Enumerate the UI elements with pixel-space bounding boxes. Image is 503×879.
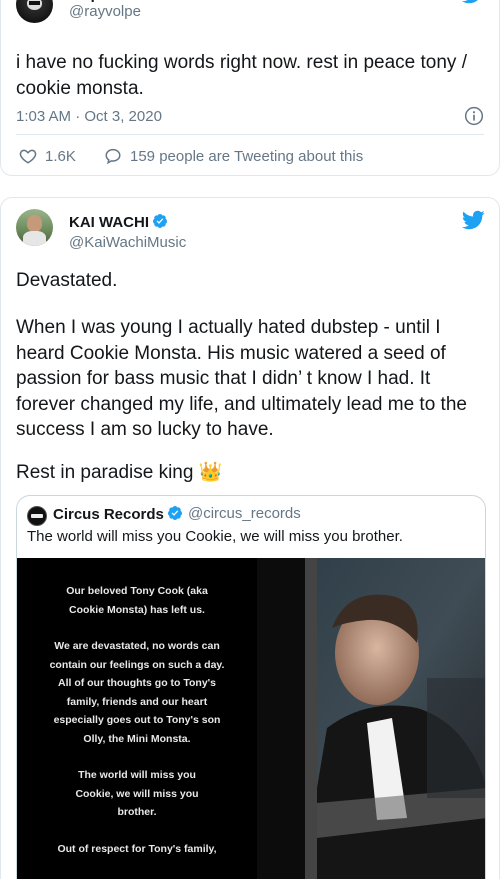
avatar[interactable] (16, 0, 53, 23)
verified-badge-icon (167, 505, 183, 521)
author-handle[interactable]: @KaiWachiMusic (69, 234, 186, 251)
portrait-photo (257, 558, 485, 879)
statement-paragraph: We are devastated, no words can contain … (49, 640, 225, 745)
tweet-card-kaiwachi: KAI WACHI @KaiWachiMusic Devastated. Whe… (0, 197, 500, 879)
reply-bubble-icon (105, 148, 121, 165)
tweet-timestamp[interactable]: 1:03 AM · Oct 3, 2020 (16, 108, 162, 125)
avatar[interactable] (16, 209, 53, 246)
info-icon[interactable] (464, 106, 484, 126)
tweet-text: i have no fucking words right now. rest … (16, 52, 467, 99)
quoted-tweet-text: The world will miss you Cookie, we will … (27, 528, 403, 545)
tweeting-about-link[interactable]: 159 people are Tweeting about this (104, 147, 363, 165)
statement-paragraph: Our beloved Tony Cook (aka Cookie Monsta… (66, 585, 208, 616)
quoted-author-name[interactable]: Circus Records (53, 505, 183, 523)
statement-text-block: Our beloved Tony Cook (aka Cookie Monsta… (17, 582, 257, 876)
robot-emoji-icon (140, 0, 156, 1)
statement-paragraph: The world will miss you Cookie, we will … (75, 769, 199, 818)
quoted-tweet[interactable]: Circus Records @circus_records The world… (16, 495, 486, 879)
author-name[interactable]: KAI WACHI (69, 213, 168, 231)
author-handle[interactable]: @rayvolpe (69, 3, 141, 20)
heart-icon (19, 149, 37, 164)
statement-paragraph: Out of respect for Tony's family, (57, 842, 217, 855)
tweeting-about-text: 159 people are Tweeting about this (130, 147, 364, 165)
like-button[interactable]: 1.6K (19, 147, 76, 165)
divider (16, 134, 484, 135)
tweet-text-paragraph: When I was young I actually hated dubste… (16, 317, 467, 440)
quoted-author-name-text[interactable]: Circus Records (53, 506, 164, 523)
twitter-logo-icon[interactable] (461, 208, 485, 232)
circus-records-avatar (27, 506, 47, 526)
quoted-author-handle[interactable]: @circus_records (188, 505, 301, 522)
quoted-tweet-image[interactable]: Our beloved Tony Cook (aka Cookie Monsta… (17, 558, 485, 879)
author-name-text[interactable]: KAI WACHI (69, 214, 149, 231)
verified-badge-icon (152, 213, 168, 229)
twitter-logo-icon[interactable] (461, 0, 485, 6)
tweet-card-volpetron: volpetron @rayvolpe i have no fucking wo… (0, 0, 500, 176)
like-count: 1.6K (45, 147, 76, 165)
verified-badge-icon (159, 0, 175, 1)
tweet-text-line1: Devastated. (16, 270, 118, 291)
tweet-text-closing: Rest in paradise king 👑 (16, 462, 223, 483)
